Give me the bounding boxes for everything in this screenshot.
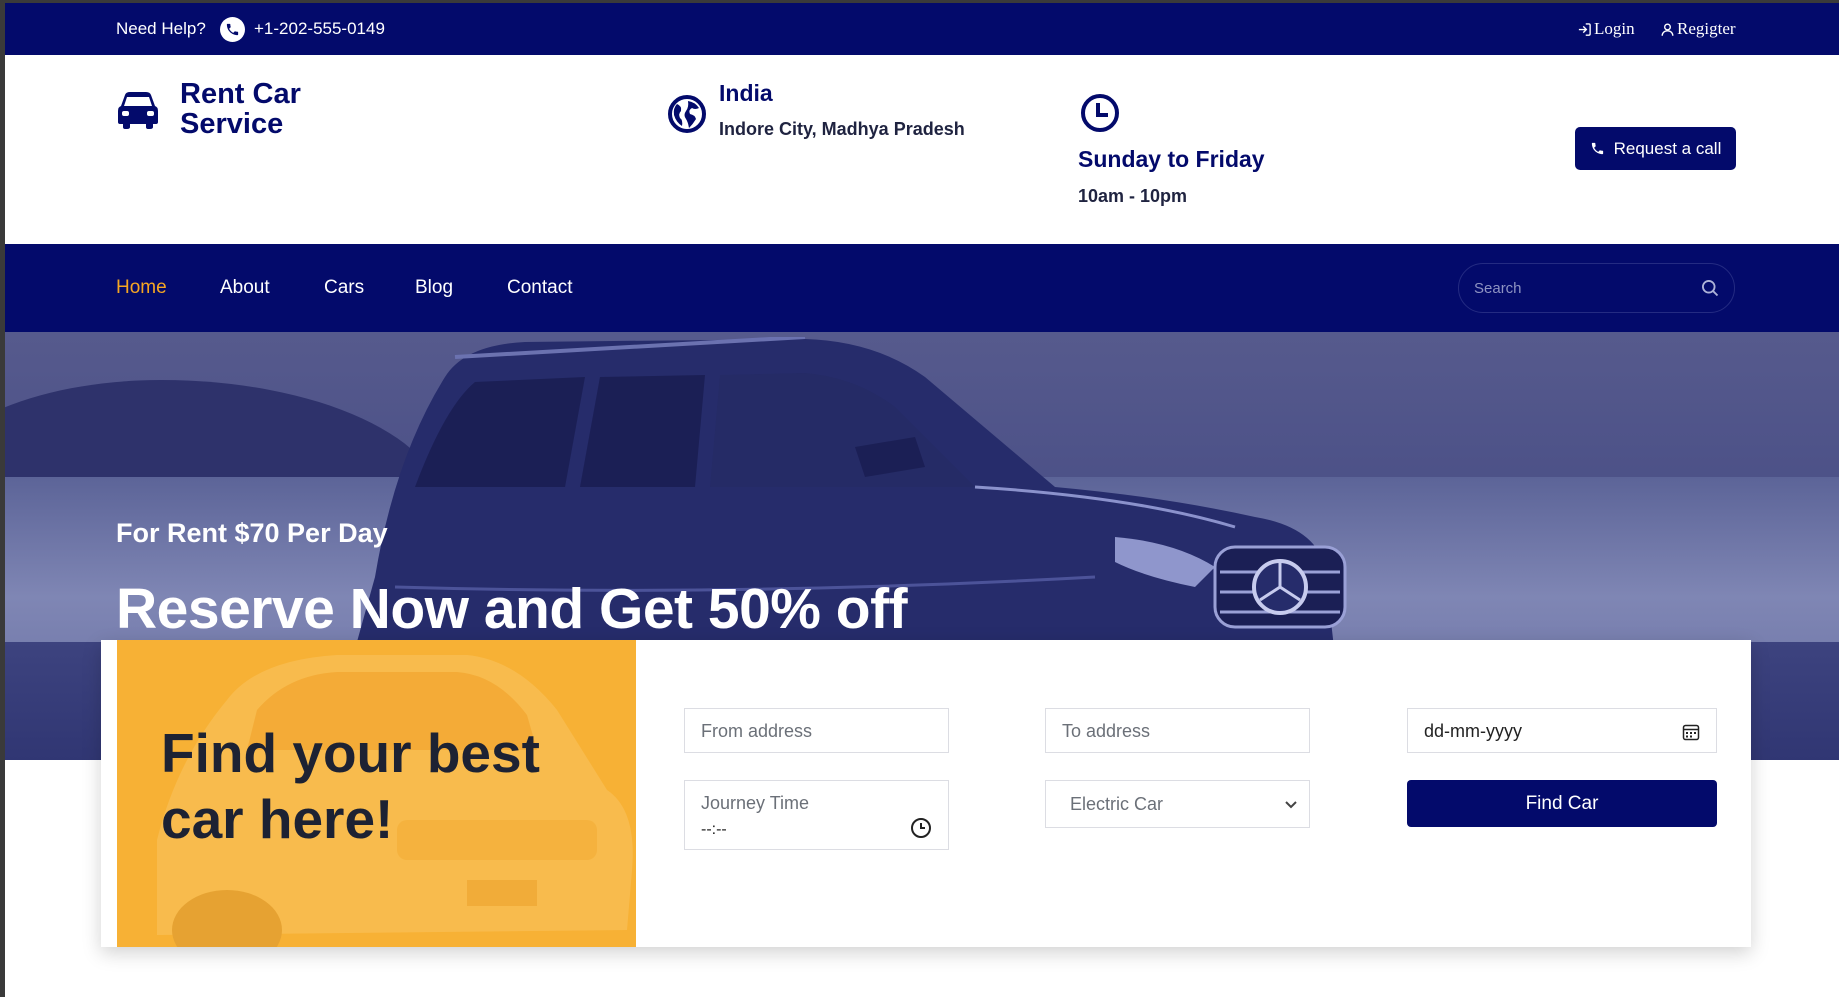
- chevron-down-icon: [1285, 801, 1297, 809]
- brand-line-1: Rent Car: [180, 78, 301, 110]
- nav-item-about[interactable]: About: [220, 277, 270, 299]
- search-input[interactable]: Search: [1458, 263, 1735, 313]
- phone-icon: [220, 17, 245, 42]
- car-type-select[interactable]: Electric Car: [1045, 780, 1310, 828]
- hours-title: Sunday to Friday: [1078, 146, 1265, 172]
- user-icon: [1661, 23, 1674, 36]
- register-label: Regigter: [1677, 19, 1736, 38]
- window-frame-top: [0, 0, 1839, 3]
- search-icon[interactable]: [1700, 278, 1720, 298]
- window-frame-left: [0, 0, 5, 997]
- need-help-label: Need Help?: [116, 19, 206, 38]
- phone-number[interactable]: +1-202-555-0149: [254, 19, 385, 39]
- hero-subtitle: For Rent $70 Per Day: [116, 518, 388, 548]
- top-bar: Need Help? +1-202-555-0149 Login Regigte…: [5, 3, 1839, 55]
- to-address-input[interactable]: To address: [1045, 708, 1310, 753]
- car-logo-icon: [117, 91, 159, 134]
- hero-title: Reserve Now and Get 50% off: [116, 577, 908, 641]
- register-link[interactable]: Regigter: [1660, 19, 1736, 39]
- brand-name[interactable]: Rent Car Service: [180, 79, 350, 139]
- car-type-selected: Electric Car: [1070, 794, 1164, 814]
- to-address-placeholder: To address: [1062, 721, 1151, 741]
- calendar-icon[interactable]: [1682, 723, 1700, 741]
- journey-time-label: Journey Time: [701, 793, 810, 813]
- date-input[interactable]: dd-mm-yyyy: [1407, 708, 1717, 753]
- login-link[interactable]: Login: [1577, 19, 1635, 39]
- find-car-button[interactable]: Find Car: [1407, 780, 1717, 827]
- promo-panel: Find your best car here!: [117, 640, 636, 947]
- phone-icon: [1591, 142, 1603, 155]
- from-address-input[interactable]: From address: [684, 708, 949, 753]
- nav-item-blog[interactable]: Blog: [415, 277, 453, 299]
- site-header: Rent Car Service India Indore City, Madh…: [5, 55, 1839, 244]
- nav-item-cars[interactable]: Cars: [324, 277, 364, 299]
- journey-time-input[interactable]: Journey Time --:--: [684, 780, 949, 850]
- from-address-placeholder: From address: [701, 721, 813, 741]
- journey-time-value: --:--: [701, 821, 727, 838]
- globe-icon: [668, 95, 706, 138]
- request-call-button[interactable]: Request a call: [1575, 127, 1736, 170]
- promo-heading: Find your best car here!: [161, 722, 540, 850]
- location-city: Indore City, Madhya Pradesh: [719, 119, 965, 139]
- booking-form-card: Find your best car here! From address To…: [101, 640, 1751, 947]
- nav-item-contact[interactable]: Contact: [507, 277, 572, 299]
- login-label: Login: [1594, 19, 1635, 38]
- nav-item-home[interactable]: Home: [116, 277, 167, 299]
- date-placeholder: dd-mm-yyyy: [1424, 721, 1522, 741]
- login-icon: [1578, 22, 1591, 36]
- clock-icon: [1080, 93, 1120, 138]
- brand-line-2: Service: [180, 108, 284, 140]
- search-placeholder: Search: [1474, 280, 1522, 297]
- main-nav: Home About Cars Blog Contact Search: [5, 244, 1839, 332]
- clock-icon[interactable]: [910, 817, 932, 839]
- location-country: India: [719, 80, 773, 106]
- hours-time: 10am - 10pm: [1078, 186, 1188, 206]
- request-call-label: Request a call: [1613, 138, 1722, 158]
